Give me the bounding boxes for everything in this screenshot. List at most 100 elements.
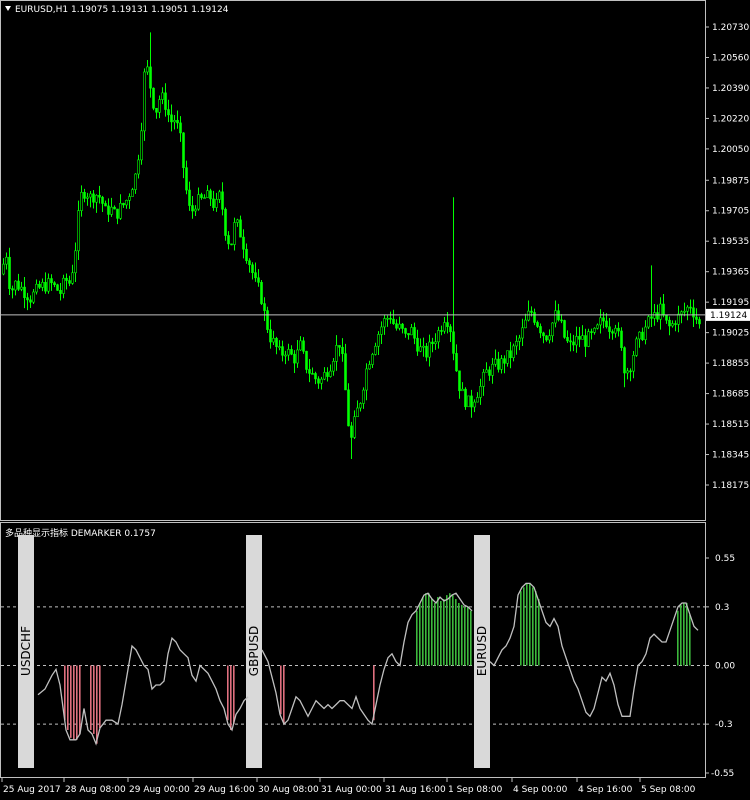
demarker-bar-positive: [461, 604, 463, 666]
candle: [266, 306, 269, 334]
candle: [230, 243, 233, 246]
time-axis-label: 31 Aug 00:00: [321, 785, 382, 795]
indicator-axis-label: -0.3: [715, 720, 733, 730]
current-price-tag: 1.19124: [706, 308, 750, 321]
time-axis-label: 1 Sep 08:00: [448, 785, 503, 795]
chart-window[interactable]: EURUSD,H1 1.19075 1.19131 1.19051 1.1912…: [0, 0, 750, 800]
demarker-bar-positive: [449, 593, 451, 666]
demarker-bar-positive: [434, 602, 436, 666]
indicator-axis-label: 0.00: [715, 662, 735, 672]
demarker-bar-positive: [428, 593, 430, 666]
demarker-bar-positive: [467, 606, 469, 666]
demarker-bar-positive: [683, 602, 685, 666]
candle: [647, 314, 650, 330]
candle: [56, 283, 59, 291]
time-axis-label: 29 Aug 16:00: [194, 785, 255, 795]
candle: [347, 383, 350, 427]
price-axis-label: 1.18685: [712, 390, 749, 400]
demarker-bar-positive: [686, 602, 688, 666]
demarker-bar-negative: [233, 665, 235, 725]
candle: [587, 328, 590, 348]
price-axis-label: 1.20560: [712, 53, 749, 63]
demarker-bar-positive: [677, 610, 679, 666]
time-axis-label: 30 Aug 08:00: [258, 785, 319, 795]
symbol-band-label: EURUSD: [475, 626, 489, 676]
demarker-bar-positive: [440, 601, 442, 666]
price-axis-label: 1.20220: [712, 114, 749, 124]
price-axis-label: 1.19535: [712, 237, 749, 247]
time-axis-label: 4 Sep 16:00: [578, 785, 633, 795]
demarker-bar-positive: [431, 599, 433, 666]
demarker-bar-positive: [446, 595, 448, 666]
demarker-bar-positive: [532, 587, 534, 666]
candle: [467, 395, 470, 408]
time-axis-label: 29 Aug 00:00: [129, 785, 190, 795]
demarker-bar-negative: [283, 665, 285, 725]
demarker-bar-positive: [416, 610, 418, 666]
demarker-bar-positive: [437, 597, 439, 666]
price-axis-label: 1.19705: [712, 207, 749, 217]
demarker-bar-positive: [419, 602, 421, 666]
price-axis-label: 1.19875: [712, 176, 749, 186]
indicator-axis-label: 0.55: [715, 554, 735, 564]
symbol-band-gbpusd: GBPUSD: [246, 535, 262, 768]
candle: [464, 387, 467, 410]
candle: [620, 327, 623, 351]
price-axis-label: 1.20050: [712, 145, 749, 155]
demarker-bar-negative: [79, 665, 81, 734]
demarker-bar-negative: [93, 665, 95, 734]
price-axis-label: 1.19195: [712, 298, 749, 308]
time-axis-label: 5 Sep 08:00: [641, 785, 696, 795]
demarker-bar-negative: [96, 665, 98, 744]
demarker-bar-positive: [458, 602, 460, 666]
demarker-bar-negative: [67, 665, 69, 730]
price-axis-label: 1.18345: [712, 451, 749, 461]
indicator-axis-label: 0.3: [715, 603, 729, 613]
time-axis-label: 4 Sep 00:00: [513, 785, 568, 795]
symbol-band-eurusd: EURUSD: [474, 535, 490, 768]
demarker-bar-positive: [680, 604, 682, 666]
demarker-bar-negative: [280, 665, 282, 715]
price-axis-label: 1.18515: [712, 420, 749, 430]
price-axis-label: 1.18175: [712, 481, 749, 491]
demarker-bar-positive: [529, 583, 531, 666]
price-axis-label: 1.19365: [712, 268, 749, 278]
demarker-bar-negative: [76, 665, 78, 740]
candle: [260, 280, 263, 306]
demarker-bar-negative: [73, 665, 75, 740]
demarker-bar-positive: [464, 606, 466, 666]
current-price-label: 1.19124: [710, 311, 747, 321]
chart-background: [0, 0, 750, 800]
candle: [563, 319, 566, 339]
demarker-bar-positive: [526, 583, 528, 666]
demarker-bar-positive: [535, 591, 537, 666]
demarker-bar-positive: [523, 587, 525, 666]
price-axis-label: 1.19025: [712, 329, 749, 339]
candle: [143, 68, 146, 141]
indicator-axis-label: -0.55: [711, 769, 734, 779]
candle: [635, 336, 638, 357]
time-axis-label: 28 Aug 08:00: [65, 785, 126, 795]
chart-title: EURUSD,H1 1.19075 1.19131 1.19051 1.1912…: [15, 5, 229, 15]
symbol-band-label: USDCHF: [19, 626, 33, 676]
demarker-bar-negative: [99, 665, 101, 729]
demarker-bar-positive: [455, 599, 457, 666]
demarker-bar-negative: [70, 665, 72, 738]
demarker-bar-positive: [520, 591, 522, 666]
candle: [224, 207, 227, 241]
time-axis-label: 25 Aug 2017: [3, 785, 61, 795]
demarker-bar-negative: [227, 665, 229, 721]
demarker-bar-positive: [689, 614, 691, 666]
time-axis-label: 31 Aug 16:00: [385, 785, 446, 795]
symbol-band-usdchf: USDCHF: [18, 535, 34, 768]
price-axis-label: 1.20730: [712, 23, 749, 33]
price-axis-label: 1.20390: [712, 84, 749, 94]
price-axis-label: 1.18855: [712, 359, 749, 369]
symbol-band-label: GBPUSD: [247, 626, 261, 676]
demarker-bar-positive: [443, 599, 445, 666]
demarker-bar-positive: [452, 595, 454, 666]
candle: [152, 87, 155, 111]
demarker-bar-positive: [422, 597, 424, 666]
demarker-bar-positive: [538, 599, 540, 666]
demarker-bar-negative: [230, 665, 232, 730]
